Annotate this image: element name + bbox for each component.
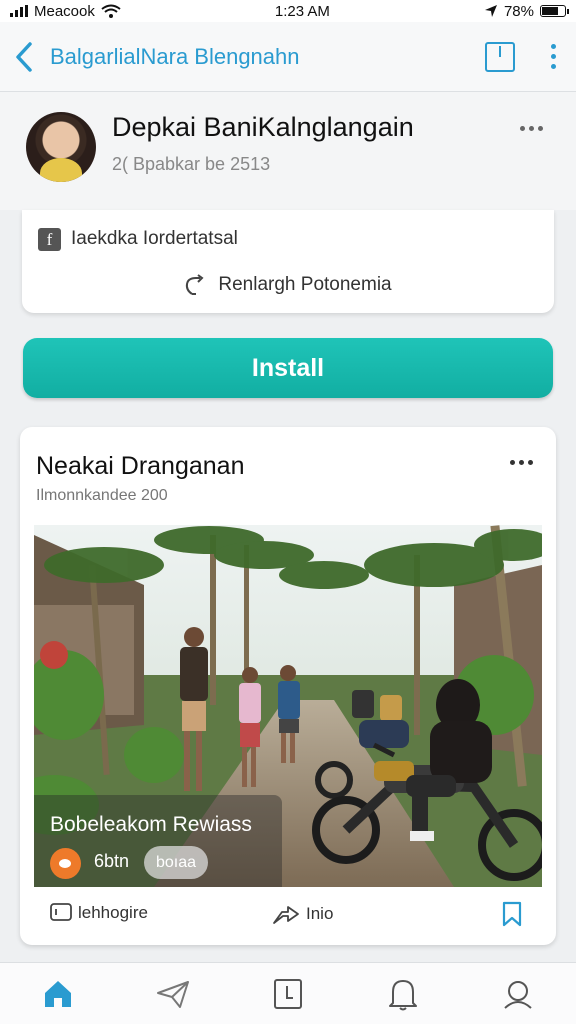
share-icon bbox=[273, 906, 299, 924]
profile-header: Depkai BaniKalnglangain 2( Bpabkar be 25… bbox=[0, 92, 576, 210]
signal-icon bbox=[10, 5, 28, 17]
status-time: 1:23 AM bbox=[274, 2, 330, 20]
comment-label: lehhogire bbox=[78, 903, 148, 922]
wifi-icon bbox=[101, 4, 121, 18]
video-overlay[interactable]: Bobeleakom Rewiass 6btn boıaa bbox=[34, 795, 282, 887]
info-label[interactable]: Iaekdka Iordertatsal bbox=[71, 228, 238, 250]
profile-name[interactable]: Depkai BaniKalnglangain bbox=[112, 112, 414, 143]
more-horizontal-icon[interactable] bbox=[520, 126, 543, 131]
profile-icon bbox=[504, 980, 533, 1009]
overlay-chip[interactable]: boıaa bbox=[144, 846, 208, 879]
bookmark-icon[interactable] bbox=[485, 41, 515, 72]
post-subtitle: Ilmonnkandee 200 bbox=[36, 487, 168, 504]
app-title: BalgarlialNara Blengnahn bbox=[50, 43, 300, 69]
square-icon bbox=[273, 978, 302, 1009]
send-icon bbox=[156, 980, 189, 1008]
share-icon bbox=[186, 274, 204, 295]
tab-bar bbox=[0, 962, 576, 1024]
share-action[interactable]: Inio bbox=[272, 903, 333, 925]
post-card: Neakai Dranganan Ilmonnkandee 200 Bobele… bbox=[20, 427, 556, 945]
bell-icon bbox=[389, 979, 418, 1010]
bookmark-icon bbox=[502, 901, 522, 927]
avatar[interactable] bbox=[26, 112, 96, 182]
tab-notifications[interactable] bbox=[373, 969, 433, 1019]
carrier-name: Meacook bbox=[34, 2, 95, 20]
bookmark-action[interactable] bbox=[500, 901, 524, 927]
battery-icon bbox=[539, 5, 569, 17]
play-icon[interactable] bbox=[50, 848, 81, 879]
info-card: f Iaekdka Iordertatsal Renlargh Potonemi… bbox=[22, 210, 554, 313]
overlay-count: 6btn bbox=[94, 851, 130, 871]
app-bar: BalgarlialNara Blengnahn bbox=[0, 22, 576, 92]
post-more-icon[interactable] bbox=[510, 460, 533, 465]
post-title[interactable]: Neakai Dranganan bbox=[36, 452, 244, 481]
post-photo[interactable]: Bobeleakom Rewiass 6btn boıaa bbox=[34, 525, 542, 887]
status-bar: Meacook 1:23 AM 78% bbox=[0, 0, 576, 22]
battery-percent: 78% bbox=[503, 2, 534, 20]
home-icon bbox=[44, 980, 71, 1007]
tab-home[interactable] bbox=[28, 969, 88, 1019]
tab-send[interactable] bbox=[143, 969, 203, 1019]
share-label: Renlargh Potonemia bbox=[218, 274, 392, 295]
battery-fill bbox=[541, 7, 559, 15]
more-vertical-icon[interactable] bbox=[545, 40, 562, 73]
status-left: Meacook bbox=[10, 3, 121, 20]
tab-profile[interactable] bbox=[488, 969, 548, 1019]
comment-icon bbox=[50, 903, 72, 921]
back-arrow-icon[interactable] bbox=[14, 37, 42, 77]
location-arrow-icon bbox=[484, 5, 497, 17]
post-actions: lehhogire Inio bbox=[20, 897, 556, 937]
comment-action[interactable]: lehhogire bbox=[50, 903, 148, 923]
profile-date: 2( Bpabkar be 2513 bbox=[112, 154, 271, 174]
overlay-title: Bobeleakom Rewiass bbox=[50, 813, 252, 836]
status-right: 78% bbox=[484, 2, 569, 20]
install-button[interactable]: Install bbox=[23, 338, 553, 398]
share-row[interactable]: Renlargh Potonemia bbox=[22, 274, 554, 296]
tab-square[interactable] bbox=[258, 969, 318, 1019]
share-label: Inio bbox=[306, 904, 334, 923]
facebook-icon: f bbox=[38, 228, 61, 251]
